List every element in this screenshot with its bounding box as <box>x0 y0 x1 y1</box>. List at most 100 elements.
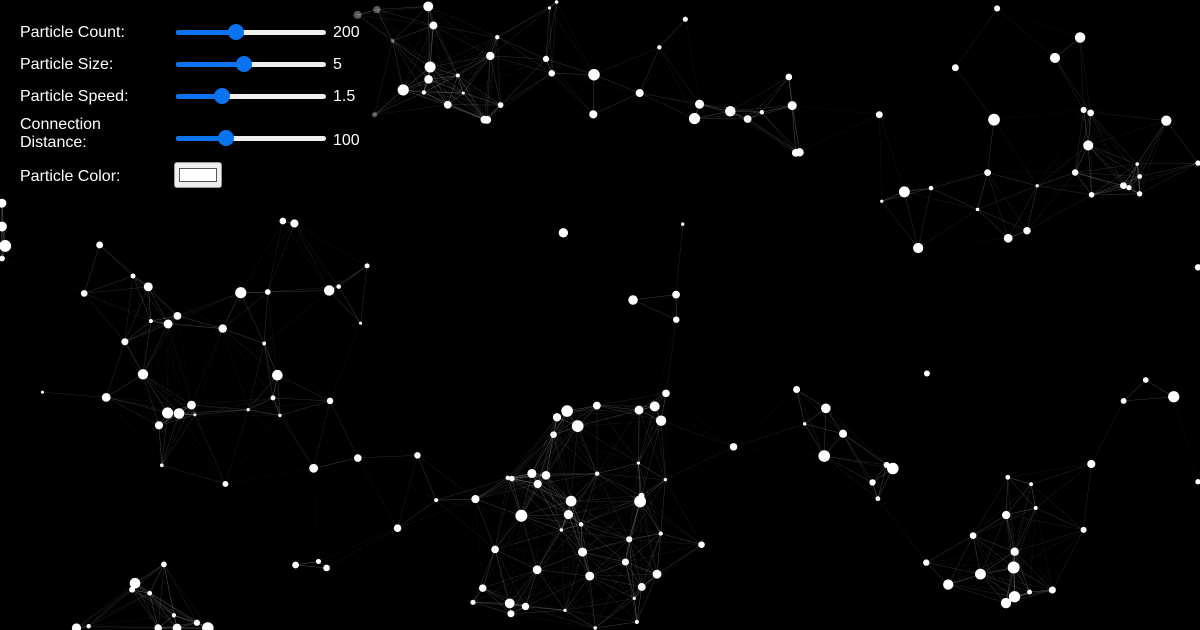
connection-line <box>191 404 249 410</box>
particle <box>0 255 5 262</box>
slider-thumb[interactable] <box>235 56 252 72</box>
particle <box>292 561 300 569</box>
connection-line <box>132 275 178 317</box>
connection-line <box>1088 145 1124 186</box>
particle <box>161 561 167 568</box>
connection-line <box>665 446 734 480</box>
connection-line <box>823 408 827 457</box>
connection-line <box>792 105 880 115</box>
connection-line <box>1123 162 1199 186</box>
connection-line <box>458 73 552 75</box>
particle <box>558 228 569 238</box>
particle <box>578 522 584 527</box>
connection-line <box>225 415 281 485</box>
connection-line <box>106 374 144 398</box>
particle <box>984 169 992 176</box>
particle <box>137 369 149 380</box>
connection-distance-slider[interactable] <box>176 128 326 148</box>
connection-line <box>457 58 547 76</box>
connection-line <box>1037 186 1129 188</box>
connection-line <box>568 501 641 515</box>
particle-size-label: Particle Size: <box>20 56 114 73</box>
connection-line <box>632 223 683 301</box>
connection-line <box>695 106 793 119</box>
slider-thumb[interactable] <box>214 88 231 104</box>
slider-thumb[interactable] <box>217 130 234 146</box>
connection-line <box>589 576 596 629</box>
particle <box>550 431 557 439</box>
connection-line <box>654 406 734 448</box>
particle <box>202 622 214 630</box>
connection-line <box>272 397 331 402</box>
connection-line <box>267 223 295 293</box>
particle-count-slider[interactable] <box>176 22 326 42</box>
connection-line <box>194 414 226 485</box>
particle-color-label: Particle Color: <box>20 168 121 185</box>
particle <box>323 285 335 296</box>
connection-line <box>917 188 932 249</box>
connection-line <box>665 319 677 394</box>
connection-line <box>1075 163 1138 173</box>
connection-line <box>685 19 700 105</box>
slider-thumb[interactable] <box>227 24 244 40</box>
connection-line <box>564 552 583 611</box>
connection-line <box>178 413 226 485</box>
connection-line <box>194 414 280 416</box>
connection-line <box>632 299 677 320</box>
connection-line <box>563 233 633 300</box>
connection-line <box>926 562 1007 604</box>
particle <box>71 623 82 630</box>
connection-line <box>996 8 1056 59</box>
particle-count-row: Particle Count: 200 <box>20 18 400 46</box>
connection-line <box>545 58 594 115</box>
connection-line <box>638 462 666 480</box>
particle <box>171 613 177 618</box>
connection-line <box>879 114 905 192</box>
particle <box>414 452 421 459</box>
connection-line <box>222 328 249 410</box>
connection-line <box>1005 514 1014 568</box>
connection-line <box>313 400 331 469</box>
particle <box>898 186 910 198</box>
particle <box>1074 32 1086 43</box>
slider-fill <box>176 30 236 35</box>
connection-line <box>972 535 1014 568</box>
connection-line <box>589 575 635 599</box>
connection-line <box>660 420 666 480</box>
connection-line <box>433 25 498 38</box>
particle <box>483 115 492 124</box>
connection-line <box>148 287 241 293</box>
connection-line <box>1035 507 1084 531</box>
particle <box>1083 140 1094 151</box>
particle <box>129 586 136 593</box>
connection-line <box>634 544 702 599</box>
particle <box>571 420 584 432</box>
particle <box>743 115 752 123</box>
particle-color-picker[interactable] <box>174 162 222 188</box>
connection-line <box>733 423 805 448</box>
connection-line <box>167 323 180 414</box>
connection-line <box>457 75 488 120</box>
particle <box>222 480 229 487</box>
particle <box>628 295 638 305</box>
connection-line <box>641 495 702 545</box>
particle <box>634 619 639 624</box>
particle <box>875 111 883 119</box>
particle-speed-slider[interactable] <box>176 86 326 106</box>
particle <box>154 624 162 630</box>
particle-size-slider[interactable] <box>176 54 326 74</box>
connection-line <box>484 37 498 120</box>
connection-line <box>475 499 483 589</box>
particle <box>943 579 954 590</box>
connection-line <box>788 76 800 153</box>
connection-line <box>659 19 686 48</box>
particle <box>1135 162 1140 166</box>
particle <box>1195 160 1200 166</box>
particle <box>527 468 537 479</box>
connection-line <box>403 56 490 90</box>
particle <box>1005 474 1011 480</box>
connection-line <box>1026 194 1092 231</box>
particle <box>495 35 500 40</box>
particle <box>698 541 705 549</box>
particle <box>652 569 662 579</box>
